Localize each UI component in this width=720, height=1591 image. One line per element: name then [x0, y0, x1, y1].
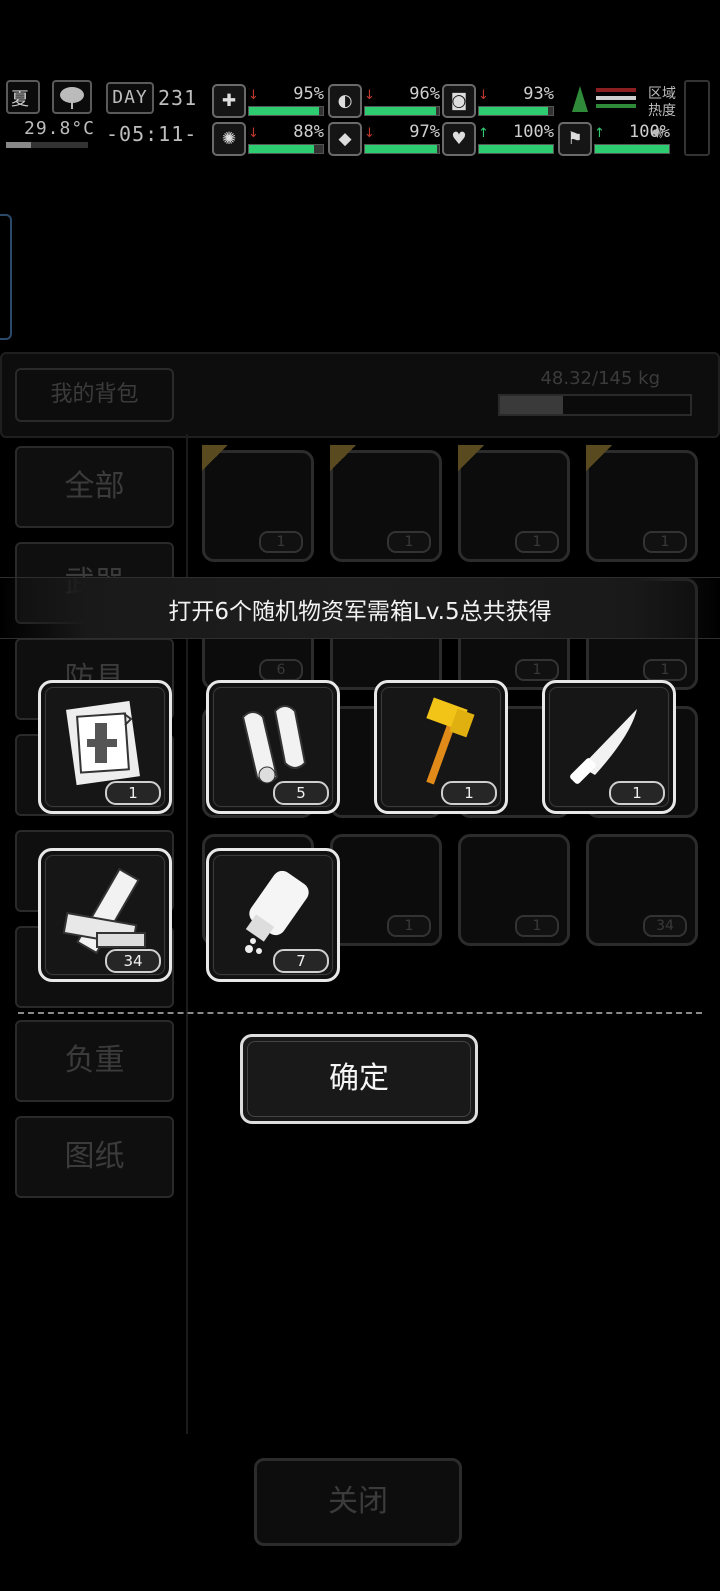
slot-count: 1 [643, 659, 687, 681]
trend-arrow-icon: ↑ [594, 126, 605, 141]
weight-text: 48.32/145 kg [540, 368, 660, 389]
reward-item[interactable]: 1 [38, 680, 172, 814]
day-number: 231 [158, 86, 198, 110]
left-edge-tab[interactable] [0, 214, 12, 340]
clock: -05:11- [106, 122, 198, 146]
stat-value: 93% [523, 84, 554, 104]
rarity-tag-icon [458, 445, 484, 471]
trend-arrow-icon: ↓ [478, 88, 489, 103]
stat-bar [594, 144, 670, 154]
heart-icon: ♥ [442, 122, 476, 156]
stat-mask: ◙ ↓ 93% [442, 82, 554, 118]
brain-icon: ✺ [212, 122, 246, 156]
inventory-slot[interactable]: 34 [586, 834, 698, 946]
item-count: 5 [273, 781, 329, 805]
tab-6[interactable]: 负重 [15, 1020, 174, 1102]
inventory-slot[interactable]: 1 [202, 445, 314, 562]
slot-count: 1 [259, 531, 303, 553]
cloth-roll-icon [241, 705, 307, 784]
item-count: 1 [609, 781, 665, 805]
reward-item[interactable]: 1 [374, 680, 508, 814]
medkit-icon: ✚ [212, 84, 246, 118]
inventory-slot[interactable]: 1 [458, 445, 570, 562]
close-button[interactable]: 关闭 [254, 1458, 462, 1546]
side-tab[interactable] [684, 80, 710, 156]
inventory-slot[interactable]: 1 [330, 834, 442, 946]
weather-cloud-icon [52, 80, 92, 114]
trend-arrow-icon: ↓ [364, 126, 375, 141]
item-count: 1 [441, 781, 497, 805]
reward-item[interactable]: 1 [542, 680, 676, 814]
slot-count: 1 [515, 659, 559, 681]
stat-value: 100% [629, 122, 670, 142]
rarity-tag-icon [586, 445, 612, 471]
stat-brain: ✺ ↓ 88% [212, 120, 324, 156]
slot-count: 1 [515, 531, 559, 553]
rarity-tag-icon [202, 445, 228, 471]
reward-item[interactable]: 7 [206, 848, 340, 982]
zone-heat-label: 区域热度 [648, 86, 676, 119]
slot-count: 6 [259, 659, 303, 681]
speaker-icon[interactable]: 🔊︎ [652, 122, 663, 143]
blueprint-icon [66, 700, 140, 786]
water-drop-icon: ◆ [328, 122, 362, 156]
trend-arrow-icon: ↓ [364, 88, 375, 103]
stat-bar [478, 144, 554, 154]
trend-arrow-icon: ↓ [248, 126, 259, 141]
stat-value: 97% [409, 122, 440, 142]
stat-bar [364, 144, 440, 154]
wood-planks-icon [62, 867, 146, 955]
golden-hammer-icon [426, 697, 475, 785]
trend-arrow-icon: ↓ [248, 88, 259, 103]
stat-bar [364, 106, 440, 116]
trend-arrow-icon: ↑ [478, 126, 489, 141]
radiation-meter-icon [566, 82, 638, 114]
stat-value: 95% [293, 84, 324, 104]
stat-medkit: ✚ ↓ 95% [212, 82, 324, 118]
reward-item[interactable]: 34 [38, 848, 172, 982]
temperature-bar [6, 142, 88, 148]
combat-knife-icon [570, 709, 637, 784]
item-count: 7 [273, 949, 329, 973]
stat-value: 88% [293, 122, 324, 142]
backpack-title: 我的背包 [15, 368, 174, 422]
stat-value: 96% [409, 84, 440, 104]
stat-value: 100% [513, 122, 554, 142]
stat-bar [478, 106, 554, 116]
pill-bottle-icon [245, 870, 309, 954]
inventory-slot[interactable]: 1 [458, 834, 570, 946]
stat-water-drop: ◆ ↓ 97% [328, 120, 440, 156]
stomach-icon: ◐ [328, 84, 362, 118]
inventory-slot[interactable]: 1 [330, 445, 442, 562]
slot-count: 1 [387, 531, 431, 553]
stat-bar [248, 144, 324, 154]
stat-stomach: ◐ ↓ 96% [328, 82, 440, 118]
inventory-slot[interactable]: 1 [586, 445, 698, 562]
item-count: 1 [105, 781, 161, 805]
stat-heart: ♥ ↑ 100% [442, 120, 554, 156]
divider [18, 1012, 702, 1014]
day-label: DAY [106, 82, 154, 114]
temperature: 29.8°C [24, 118, 96, 139]
reward-title: 打开6个随机物资军需箱Lv.5总共获得 [168, 599, 552, 625]
slot-count: 1 [515, 915, 559, 937]
mask-icon: ◙ [442, 84, 476, 118]
confirm-button[interactable]: 确定 [240, 1034, 478, 1124]
stat-bar [248, 106, 324, 116]
tab-0[interactable]: 全部 [15, 446, 174, 528]
season-icon: 夏 [6, 80, 40, 114]
stamina-icon: ⚑ [558, 122, 592, 156]
slot-count: 34 [643, 915, 687, 937]
slot-count: 1 [643, 531, 687, 553]
reward-item[interactable]: 5 [206, 680, 340, 814]
status-hud: 夏 29.8°C DAY 231 -05:11- ✚ ↓ 95% ◐ ↓ 96% ◙ ↓ 93%… [0, 78, 720, 158]
item-count: 34 [105, 949, 161, 973]
rarity-tag-icon [330, 445, 356, 471]
reward-banner: 打开6个随机物资军需箱Lv.5总共获得 [0, 577, 720, 639]
weight-bar [498, 394, 692, 416]
slot-count: 1 [387, 915, 431, 937]
tab-7[interactable]: 图纸 [15, 1116, 174, 1198]
